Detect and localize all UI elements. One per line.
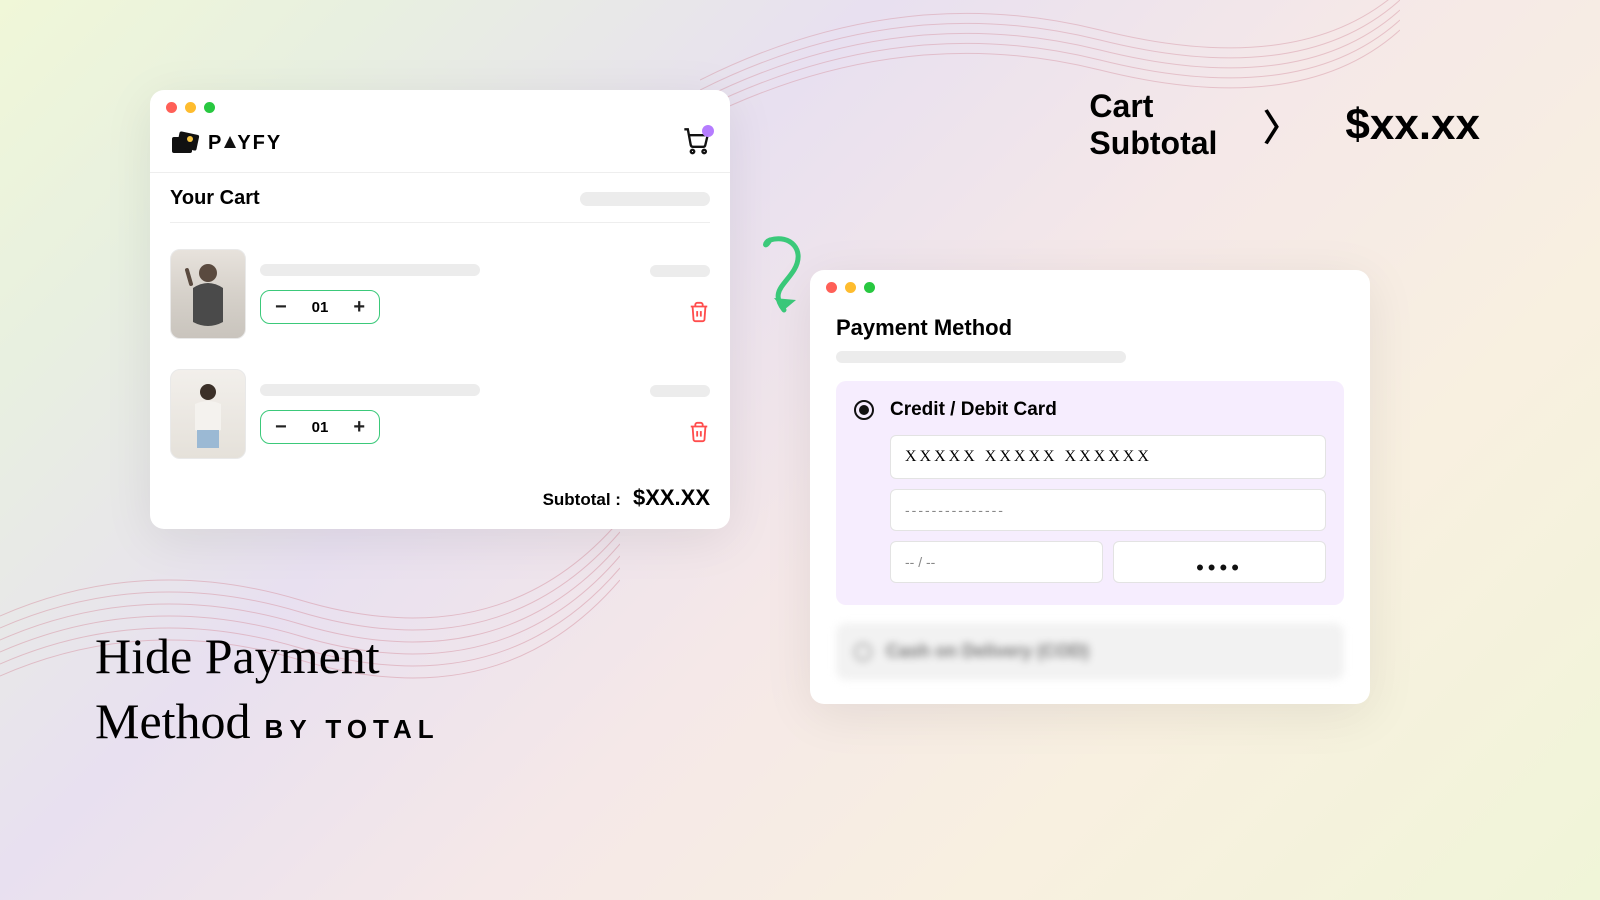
payment-method-card[interactable]: Credit / Debit Card XXXXX XXXXX XXXXXX -… xyxy=(836,381,1344,605)
headline-line2a: Method xyxy=(95,692,251,750)
cart-item: − 01 + xyxy=(170,237,710,357)
cart-item: − 01 + xyxy=(170,357,710,477)
radio-selected[interactable] xyxy=(854,400,874,420)
headline: Hide Payment Method BY TOTAL xyxy=(95,626,440,750)
placeholder-bar xyxy=(580,192,710,206)
card-cvv-input[interactable]: •••• xyxy=(1113,541,1326,583)
quantity-stepper: − 01 + xyxy=(260,290,380,324)
minimize-dot[interactable] xyxy=(845,282,856,293)
qty-increment[interactable]: + xyxy=(353,297,365,317)
placeholder-bar xyxy=(650,385,710,397)
greater-than-icon: 〉 xyxy=(1263,99,1299,151)
minimize-dot[interactable] xyxy=(185,102,196,113)
cart-window: PYFY Your Cart xyxy=(150,90,730,529)
card-number-input[interactable]: XXXXX XXXXX XXXXXX xyxy=(890,435,1326,479)
payment-window: Payment Method Credit / Debit Card XXXXX… xyxy=(810,270,1370,704)
quantity-stepper: − 01 + xyxy=(260,410,380,444)
product-thumbnail[interactable] xyxy=(170,369,246,459)
placeholder-bar xyxy=(260,264,480,276)
subtotal-label: Subtotal : xyxy=(543,490,621,510)
subtotal-value: $XX.XX xyxy=(633,485,710,511)
maximize-dot[interactable] xyxy=(864,282,875,293)
payment-method-label: Credit / Debit Card xyxy=(890,399,1057,421)
condition-term2: Subtotal xyxy=(1089,125,1217,162)
brand-name: PYFY xyxy=(208,132,282,155)
qty-value: 01 xyxy=(312,419,329,436)
placeholder-bar xyxy=(260,384,480,396)
brand-logo-group: PYFY xyxy=(170,131,282,157)
radio-unselected xyxy=(854,643,872,661)
qty-decrement[interactable]: − xyxy=(275,297,287,317)
placeholder-bar xyxy=(836,351,1126,363)
window-traffic-lights xyxy=(810,270,1370,301)
close-dot[interactable] xyxy=(826,282,837,293)
payment-title: Payment Method xyxy=(836,315,1344,341)
headline-line1: Hide Payment xyxy=(95,626,440,686)
cart-icon-button[interactable] xyxy=(682,127,710,160)
card-expiry-input[interactable]: -- / -- xyxy=(890,541,1103,583)
condition-expression: Cart Subtotal 〉 $xx.xx xyxy=(1089,88,1480,162)
placeholder-bar xyxy=(650,265,710,277)
payfy-logo-icon xyxy=(170,131,200,157)
payment-method-hidden-label: Cash on Delivery (COD) xyxy=(886,641,1089,662)
product-thumbnail[interactable] xyxy=(170,249,246,339)
trash-icon[interactable] xyxy=(688,301,710,323)
window-traffic-lights xyxy=(150,90,730,121)
condition-term1: Cart xyxy=(1089,88,1217,125)
qty-decrement[interactable]: − xyxy=(275,417,287,437)
maximize-dot[interactable] xyxy=(204,102,215,113)
qty-value: 01 xyxy=(312,299,329,316)
card-name-input[interactable]: --------------- xyxy=(890,489,1326,531)
condition-value: $xx.xx xyxy=(1345,100,1480,150)
payment-method-hidden: Cash on Delivery (COD) xyxy=(836,623,1344,680)
headline-line2b: BY TOTAL xyxy=(265,714,440,745)
qty-increment[interactable]: + xyxy=(353,417,365,437)
trash-icon[interactable] xyxy=(688,421,710,443)
close-dot[interactable] xyxy=(166,102,177,113)
cart-title: Your Cart xyxy=(170,187,260,210)
cart-badge xyxy=(702,125,714,137)
